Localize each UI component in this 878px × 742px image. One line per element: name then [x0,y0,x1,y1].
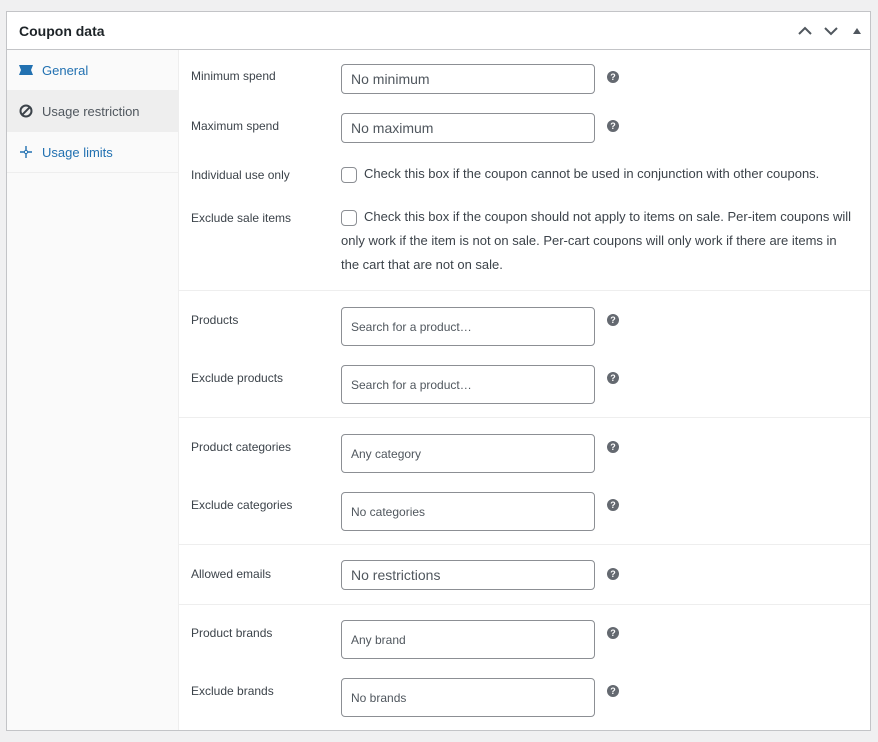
exclude-brands-label: Exclude brands [191,684,274,698]
maximum-spend-input[interactable]: No maximum [341,113,595,143]
spend-group: Minimum spend No minimum ? Maximum spend… [179,50,870,291]
coupon-tabs: General Usage restriction Usage limits [7,50,179,730]
exclude-sale-checkbox[interactable] [341,210,357,226]
product-brands-input[interactable]: Any brand [341,620,595,659]
allowed-emails-placeholder: No restrictions [351,567,441,583]
products-label: Products [191,313,239,327]
ticket-icon [17,61,35,79]
block-icon [17,102,35,120]
usage-restriction-panel: Minimum spend No minimum ? Maximum spend… [179,50,870,730]
categories-group: Product categories Any category ? Exclud… [179,418,870,545]
maximum-spend-label: Maximum spend [191,119,280,133]
exclude-categories-label: Exclude categories [191,498,293,512]
help-icon[interactable]: ? [607,71,619,83]
handle-actions [792,12,870,50]
help-icon[interactable]: ? [607,120,619,132]
help-icon[interactable]: ? [607,627,619,639]
individual-use-row: Check this box if the coupon cannot be u… [341,166,819,186]
exclude-categories-placeholder: No categories [351,504,426,519]
tab-label: Usage limits [42,144,113,160]
individual-use-label: Individual use only [191,168,290,182]
chevron-up-icon[interactable] [792,12,818,50]
exclude-brands-input[interactable]: No brands [341,678,595,717]
help-icon[interactable]: ? [607,314,619,326]
exclude-brands-placeholder: No brands [351,690,407,705]
coupon-data-box: Coupon data General Usage restriction Us… [6,11,871,731]
tab-usage-limits[interactable]: Usage limits [7,132,178,173]
individual-use-description: Check this box if the coupon cannot be u… [364,166,820,181]
help-icon[interactable]: ? [607,441,619,453]
products-group: Products Search for a product… ? Exclude… [179,291,870,418]
tab-label: General [42,62,89,78]
tab-label: Usage restriction [42,103,140,119]
products-placeholder: Search for a product… [351,319,472,334]
help-icon[interactable]: ? [607,499,619,511]
exclude-products-placeholder: Search for a product… [351,377,472,392]
allowed-emails-label: Allowed emails [191,567,272,581]
minimum-spend-label: Minimum spend [191,69,276,83]
help-icon[interactable]: ? [607,685,619,697]
exclude-sale-description: Check this box if the coupon should not … [341,209,852,272]
products-search-input[interactable]: Search for a product… [341,307,595,346]
triangle-up-icon[interactable] [844,12,870,50]
crosshair-icon [17,143,35,161]
exclude-products-label: Exclude products [191,371,284,385]
postbox-header: Coupon data [7,12,870,50]
emails-group: Allowed emails No restrictions ? [179,545,870,605]
product-categories-label: Product categories [191,440,292,454]
tab-usage-restriction[interactable]: Usage restriction [7,91,178,132]
brands-group: Product brands Any brand ? Exclude brand… [179,605,870,730]
exclude-categories-input[interactable]: No categories [341,492,595,531]
individual-use-checkbox[interactable] [341,167,357,183]
minimum-spend-input[interactable]: No minimum [341,64,595,94]
help-icon[interactable]: ? [607,568,619,580]
help-icon[interactable]: ? [607,372,619,384]
chevron-down-icon[interactable] [818,12,844,50]
exclude-sale-row: Check this box if the coupon should not … [341,209,861,277]
minimum-spend-placeholder: No minimum [351,71,430,87]
tab-general[interactable]: General [7,50,178,91]
product-categories-placeholder: Any category [351,446,422,461]
maximum-spend-placeholder: No maximum [351,120,434,136]
product-categories-input[interactable]: Any category [341,434,595,473]
exclude-products-search-input[interactable]: Search for a product… [341,365,595,404]
postbox-title: Coupon data [19,23,105,39]
product-brands-placeholder: Any brand [351,632,406,647]
product-brands-label: Product brands [191,626,273,640]
exclude-sale-label: Exclude sale items [191,211,292,225]
allowed-emails-input[interactable]: No restrictions [341,560,595,590]
